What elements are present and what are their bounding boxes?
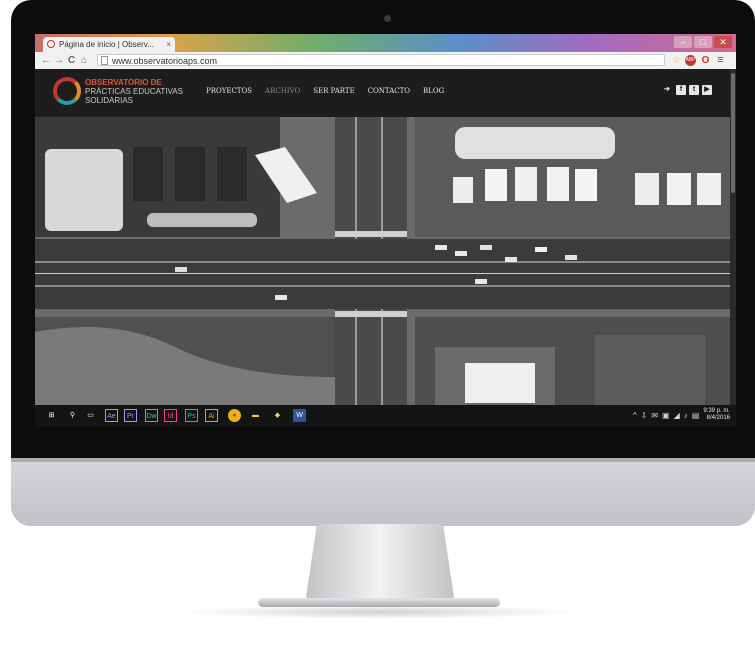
sign-in-icon[interactable]: ➔	[661, 85, 673, 95]
browser-tabbar: Página de inicio | Observ... × – □ ✕	[35, 34, 736, 52]
chin-shade	[11, 458, 755, 462]
tray-icon-2[interactable]: ✉	[651, 411, 658, 420]
camera	[384, 15, 391, 22]
stand-shadow	[180, 605, 580, 619]
back-button[interactable]: ←	[41, 54, 51, 67]
nav-blog[interactable]: BLOG	[423, 87, 444, 95]
clock-date: 8/4/2016	[706, 415, 730, 421]
taskbar-word-icon[interactable]: W	[293, 409, 306, 422]
page-icon	[101, 56, 108, 65]
nav-contacto[interactable]: CONTACTO	[368, 87, 410, 95]
clock-time: 9:39 p. m.	[703, 408, 730, 414]
taskbar-adobe-dw-icon[interactable]: Dw	[145, 409, 158, 422]
monitor-chin	[11, 458, 755, 526]
window-controls: – □ ✕	[674, 36, 732, 49]
tray-icon-4[interactable]: ◢	[674, 411, 680, 420]
url-text: www.observatorioaps.com	[112, 56, 218, 66]
taskbar-chrome-icon[interactable]: ●	[228, 409, 241, 422]
nav-proyectos[interactable]: PROYECTOS	[206, 87, 252, 95]
hero-aerial-image	[35, 117, 730, 405]
scrollbar-thumb[interactable]	[731, 73, 735, 193]
close-window-button[interactable]: ✕	[714, 36, 732, 48]
site-logo[interactable]: OBSERVATORIO DE PRÁCTICAS EDUCATIVAS SOL…	[85, 78, 183, 105]
screen: Página de inicio | Observ... × – □ ✕ ← →…	[35, 34, 736, 427]
browser-toolbar: ← → C ⌂ www.observatorioaps.com ☆ ABP O …	[35, 52, 736, 70]
taskbar-explorer-icon[interactable]: ▬	[249, 409, 262, 422]
facebook-icon[interactable]: f	[676, 85, 686, 95]
taskbar-clock[interactable]: 9:39 p. m. 8/4/2016	[703, 408, 730, 422]
minimize-button[interactable]: –	[674, 36, 692, 48]
opera-icon[interactable]: O	[700, 55, 711, 66]
browser-tab[interactable]: Página de inicio | Observ... ×	[43, 37, 175, 52]
tab-title: Página de inicio | Observ...	[59, 40, 154, 49]
logo-line-3: SOLIDARIAS	[85, 96, 134, 105]
taskbar-adobe-ae-icon[interactable]: Ae	[105, 409, 118, 422]
youtube-icon[interactable]: ▶	[702, 85, 712, 95]
taskbar-windows-start-icon[interactable]: ⊞	[45, 409, 58, 422]
taskbar-adobe-id-icon[interactable]: Id	[164, 409, 177, 422]
logo-line-1: OBSERVATORIO DE	[85, 78, 162, 87]
taskbar-adobe-ai-icon[interactable]: Ai	[205, 409, 218, 422]
social-links: ➔ f t ▶	[661, 85, 712, 95]
tray-icon-5[interactable]: ♪	[684, 411, 688, 420]
nav-archivo[interactable]: ARCHIVO	[265, 87, 300, 95]
system-tray: ^ ⇩ ✉ ▣ ◢ ♪ ▤ 9:39 p. m. 8/4/2016	[633, 408, 730, 422]
url-input[interactable]: www.observatorioaps.com	[97, 54, 665, 66]
windows-taskbar: ⊞ ⚲ ▭ Ae Pr Dw Id Ps Ai ● ▬ ◆ W ^ ⇩ ✉ ▣ ◢ ♪ ▤ 9:39 p. m. 8…	[35, 405, 736, 427]
taskbar-adobe-ps-icon[interactable]: Ps	[185, 409, 198, 422]
tab-close-button[interactable]: ×	[166, 37, 171, 52]
tray-icon-1[interactable]: ⇩	[641, 411, 648, 420]
taskbar-folder-icon[interactable]: ◆	[271, 409, 284, 422]
tray-icon-0[interactable]: ^	[633, 411, 637, 420]
website: OBSERVATORIO DE PRÁCTICAS EDUCATIVAS SOL…	[35, 69, 736, 405]
twitter-icon[interactable]: t	[689, 85, 699, 95]
logo-line-2: PRÁCTICAS EDUCATIVAS	[85, 87, 183, 96]
taskbar-search-icon[interactable]: ⚲	[66, 409, 79, 422]
maximize-button[interactable]: □	[694, 36, 712, 48]
logo-icon[interactable]	[53, 77, 81, 105]
site-header: OBSERVATORIO DE PRÁCTICAS EDUCATIVAS SOL…	[35, 69, 736, 117]
tray-icon-6[interactable]: ▤	[692, 411, 700, 420]
taskbar-adobe-pr-icon[interactable]: Pr	[124, 409, 137, 422]
site-nav: PROYECTOS ARCHIVO SER PARTE CONTACTO BLOG	[206, 87, 444, 95]
home-button[interactable]: ⌂	[81, 54, 87, 67]
monitor-base	[258, 598, 500, 607]
tray-icon-3[interactable]: ▣	[662, 411, 670, 420]
menu-icon[interactable]: ≡	[715, 55, 726, 66]
nav-ser-parte[interactable]: SER PARTE	[313, 87, 354, 95]
page-scrollbar[interactable]	[730, 69, 736, 405]
favicon-icon	[47, 40, 55, 48]
monitor-stand	[305, 524, 455, 602]
taskbar-task-view-icon[interactable]: ▭	[84, 409, 97, 422]
adblock-icon[interactable]: ABP	[685, 55, 696, 66]
reload-button[interactable]: C	[68, 54, 75, 67]
star-icon[interactable]: ☆	[671, 55, 682, 66]
forward-button[interactable]: →	[54, 54, 64, 67]
